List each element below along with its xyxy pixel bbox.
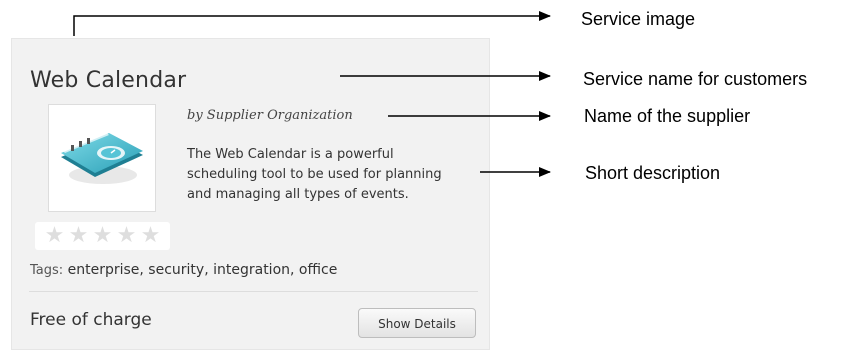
annotation-short-description: Short description — [585, 163, 721, 183]
annotation-supplier-name: Name of the supplier — [584, 106, 751, 126]
annotation-arrows — [73, 11, 551, 177]
annotation-service-name: Service name for customers — [583, 69, 808, 89]
annotation-service-image: Service image — [581, 9, 696, 29]
service-image-arrow — [73, 11, 551, 36]
